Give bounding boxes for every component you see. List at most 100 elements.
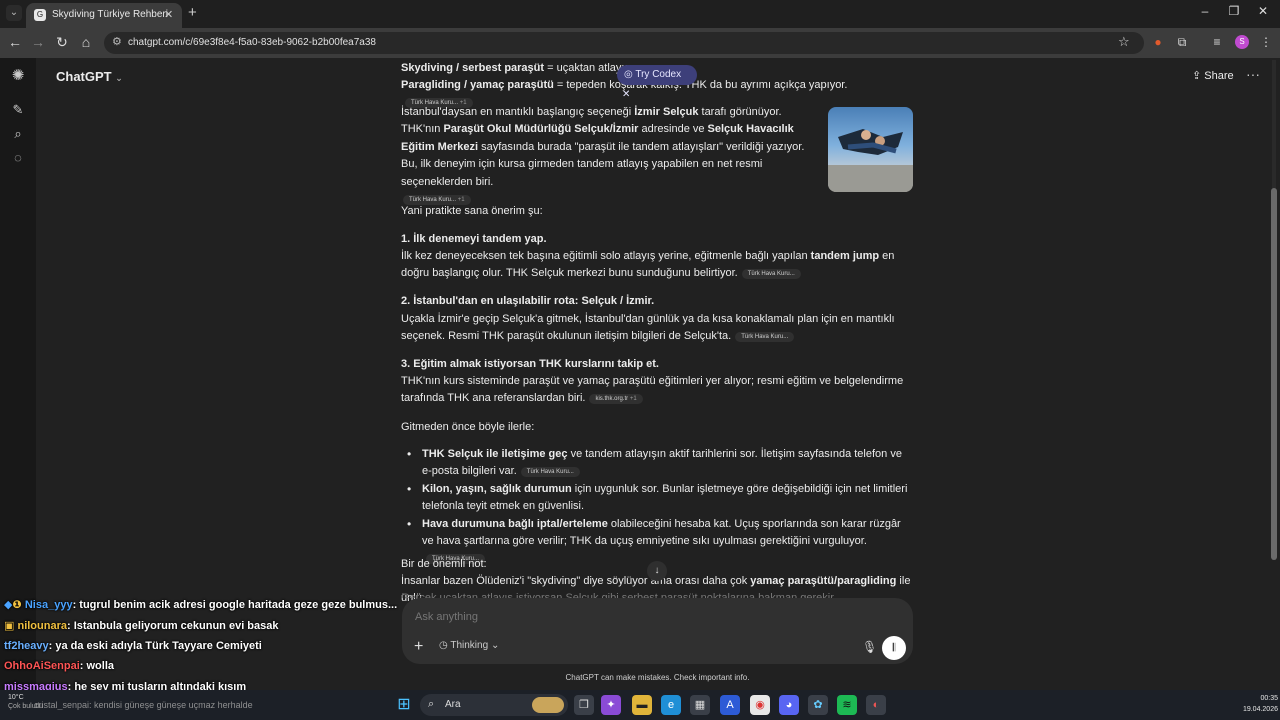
- extensions-puzzle-icon[interactable]: ⧉: [1174, 35, 1190, 51]
- step-title-text: 2. İstanbul'dan en ulaşılabilir rota: Se…: [401, 295, 655, 307]
- plus-icon[interactable]: +: [414, 638, 423, 656]
- sidebar-rail: ✺ ✎ ⌕ ◌: [0, 58, 36, 690]
- library-icon[interactable]: ◌: [8, 148, 28, 168]
- search-icon[interactable]: ⌕: [8, 124, 28, 144]
- scrollbar[interactable]: [1270, 60, 1278, 570]
- scroll-down-button[interactable]: ↓: [647, 561, 667, 581]
- minimize-icon[interactable]: –: [1195, 4, 1215, 18]
- browser-tab[interactable]: G Skydiving Türkiye Rehberi ✕: [26, 3, 182, 28]
- app-icon[interactable]: ✿: [808, 695, 828, 715]
- citation-chip[interactable]: Türk Hava Kuru...: [735, 332, 795, 343]
- overlay-chat-line: tf2heavy: ya da eski adıyla Türk Tayyare…: [4, 640, 262, 652]
- scrollbar-thumb[interactable]: [1271, 188, 1277, 560]
- tab-search-chevron-icon[interactable]: ⌄: [6, 5, 22, 21]
- chrome-icon[interactable]: ◉: [750, 695, 770, 715]
- chevron-down-icon: ⌄: [115, 73, 123, 83]
- url-text: chatgpt.com/c/69e3f8e4-f5a0-83eb-9062-b2…: [128, 37, 376, 48]
- username: Nisa_yyy: [24, 599, 73, 611]
- clock[interactable]: 00:35 19.04.2026: [1222, 693, 1278, 715]
- bookmark-star-icon[interactable]: ☆: [1118, 34, 1130, 50]
- windows-start-icon[interactable]: ⊞: [394, 695, 414, 715]
- address-bar[interactable]: ⚙ chatgpt.com/c/69e3f8e4-f5a0-83eb-9062-…: [104, 32, 1144, 54]
- text: Uçakla İzmir'e geçip Selçuk'a gitmek, İs…: [401, 313, 895, 343]
- citation-source: Türk Hava Kuru...: [741, 334, 789, 341]
- step-3-body: THK'nın kurs sisteminde paraşüt ve yamaç…: [401, 373, 913, 408]
- text: adresinde ve: [638, 123, 708, 136]
- app-a-icon[interactable]: A: [720, 695, 740, 715]
- close-window-icon[interactable]: ✕: [1253, 4, 1273, 18]
- list-item: THK Selçuk ile iletişime geç ve tandem a…: [401, 446, 913, 481]
- skydiving-image[interactable]: [828, 107, 913, 192]
- model-selector[interactable]: ChatGPT ⌄: [56, 69, 123, 84]
- search-label: Ara: [445, 699, 461, 710]
- taskbar-search[interactable]: ⌕ Ara: [420, 694, 568, 716]
- bold-text: Kilon, yaşın, sağlık durumun: [422, 482, 572, 495]
- microphone-icon[interactable]: 🎙: [862, 640, 877, 654]
- new-chat-icon[interactable]: ✎: [8, 100, 28, 120]
- edge-icon[interactable]: e: [661, 695, 681, 715]
- username: tf2heavy: [4, 640, 49, 652]
- disclaimer: ChatGPT can make mistakes. Check importa…: [565, 673, 750, 682]
- close-icon[interactable]: ✕: [622, 89, 630, 100]
- try-codex-badge[interactable]: ◎ Try Codex ✕: [617, 65, 697, 100]
- tab-favicon-icon: G: [34, 9, 46, 21]
- profile-avatar[interactable]: S: [1235, 35, 1249, 49]
- bold-text: tandem jump: [810, 250, 880, 262]
- list-item: Kilon, yaşın, sağlık durumun için uygunl…: [401, 481, 913, 516]
- overlay-chat-line: OhhoAiSenpai: wolla: [4, 660, 114, 672]
- discord-icon[interactable]: ◕: [779, 695, 799, 715]
- citation-source: kis.thk.org.tr: [595, 396, 629, 403]
- overlay-chat-line: ◆❶ Nisa_yyy: tugrul benim acik adresi go…: [4, 598, 397, 611]
- message: : ya da eski adıyla Türk Tayyare Cemiyet…: [48, 640, 262, 652]
- spotify-icon[interactable]: ≋: [837, 695, 857, 715]
- badge-icon: ▣: [4, 620, 15, 632]
- store-icon[interactable]: ▦: [690, 695, 710, 715]
- message: : Istanbula geliyorum cekunun evi basak: [66, 620, 279, 632]
- tab-close-icon[interactable]: ✕: [164, 8, 173, 21]
- citation-chip[interactable]: kis.thk.org.tr +1: [589, 394, 643, 405]
- copilot-icon[interactable]: ✦: [601, 695, 621, 715]
- step-1-title: 1. İlk denemeyi tandem yap.: [401, 231, 913, 248]
- bold-text: İzmir Selçuk: [634, 106, 699, 118]
- back-icon[interactable]: ←: [6, 34, 24, 50]
- more-options-icon[interactable]: ···: [1246, 66, 1260, 82]
- username: nilounara: [17, 620, 67, 632]
- overlay-chat-line: ▣ nilounara: Istanbula geliyorum cekunun…: [4, 619, 279, 632]
- step-1-body: İlk kez deneyeceksen tek başına eğitimli…: [401, 248, 913, 283]
- thinking-label: Thinking: [450, 640, 489, 651]
- app-icon[interactable]: ◐: [866, 695, 886, 715]
- codex-icon: ◎: [624, 69, 633, 80]
- site-info-icon[interactable]: ⚙: [112, 35, 122, 48]
- share-button[interactable]: ⇪ Share: [1192, 69, 1234, 82]
- home-icon[interactable]: ⌂: [77, 34, 95, 50]
- thinking-mode-button[interactable]: ◷ Thinking ⌄: [439, 640, 499, 651]
- badge-icon: ❶: [12, 599, 22, 611]
- file-explorer-icon[interactable]: ▬: [632, 695, 652, 715]
- voice-mode-button[interactable]: 𝄃: [882, 636, 906, 660]
- text: THK'nın kurs sisteminde paraşüt ve yamaç…: [401, 375, 904, 405]
- share-icon: ⇪: [1192, 70, 1202, 82]
- paragraph-izmir-selcuk: İstanbul'daysan en mantıklı başlangıç se…: [401, 104, 813, 208]
- prompt-input[interactable]: [415, 611, 815, 623]
- reload-icon[interactable]: ↻: [53, 34, 71, 51]
- citation-chip[interactable]: Türk Hava Kuru...: [741, 269, 801, 280]
- forward-icon[interactable]: →: [29, 34, 47, 50]
- citation-chip[interactable]: Türk Hava Kuru...: [520, 467, 580, 478]
- media-control-icon[interactable]: ≡: [1209, 35, 1225, 51]
- text: İlk kez deneyeceksen tek başına eğitimli…: [401, 250, 811, 262]
- step-title-text: 3. Eğitim almak istiyorsan THK kursların…: [401, 358, 659, 370]
- chevron-down-icon: ⌄: [490, 640, 500, 651]
- maximize-icon[interactable]: ❐: [1224, 4, 1244, 18]
- extension-icon[interactable]: ●: [1150, 35, 1166, 51]
- new-tab-icon[interactable]: +: [188, 4, 197, 21]
- bold-text: yamaç paraşütü/paragliding: [750, 575, 897, 587]
- browser-menu-icon[interactable]: ⋮: [1258, 35, 1274, 51]
- task-view-icon[interactable]: ❐: [574, 695, 594, 715]
- step-3-title: 3. Eğitim almak istiyorsan THK kursların…: [401, 356, 913, 373]
- definition-text: = tepeden koşarak kalkış. THK da bu ayrı…: [553, 79, 848, 91]
- openai-logo-icon[interactable]: ✺: [8, 66, 28, 86]
- search-icon: ⌕: [428, 698, 435, 710]
- bold-text: Paraşüt Okul Müdürlüğü Selçuk/İzmir: [443, 123, 639, 136]
- app-title: ChatGPT: [56, 69, 112, 84]
- citation-more: +1: [629, 396, 637, 403]
